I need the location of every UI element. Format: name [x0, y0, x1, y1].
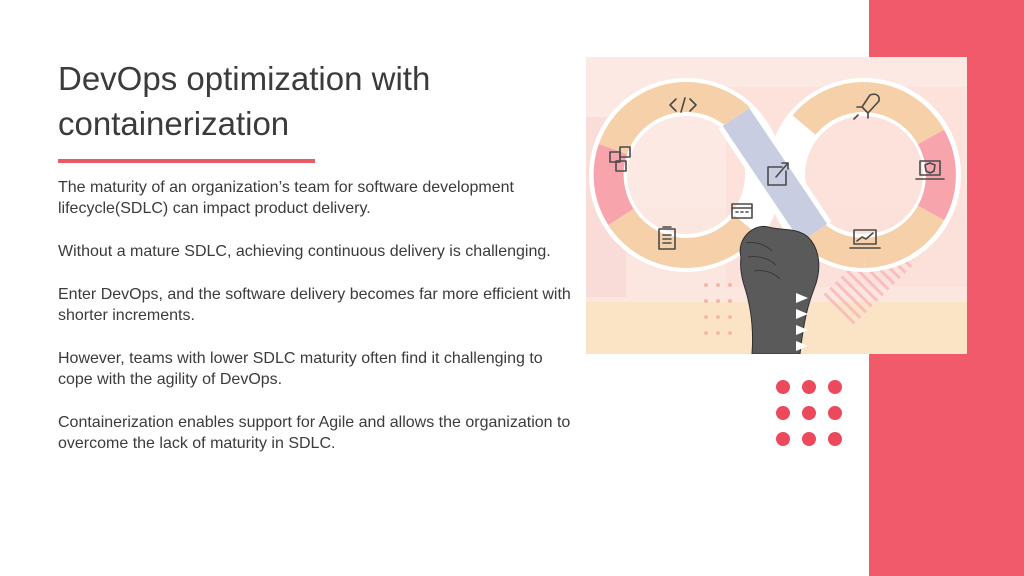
paragraph-4: However, teams with lower SDLC maturity …: [58, 350, 543, 388]
slide-title: DevOps optimization with containerizatio…: [58, 56, 558, 146]
dot: [802, 380, 816, 394]
dot: [776, 406, 790, 420]
dot: [776, 380, 790, 394]
dot: [802, 432, 816, 446]
dot: [828, 380, 842, 394]
paragraph-1: The maturity of an organization’s team f…: [58, 179, 514, 217]
dot: [776, 432, 790, 446]
title-line-2: containerization: [58, 105, 290, 142]
paragraph-2: Without a mature SDLC, achieving continu…: [58, 243, 551, 260]
paragraph-5: Containerization enables support for Agi…: [58, 414, 571, 452]
body-text: The maturity of an organization’s team f…: [58, 177, 573, 476]
paragraph-3: Enter DevOps, and the software delivery …: [58, 286, 571, 324]
decorative-dot-grid: [776, 380, 846, 450]
dot: [828, 406, 842, 420]
devops-infinity-illustration: [586, 57, 967, 354]
title-line-1: DevOps optimization with: [58, 60, 431, 97]
dot: [828, 432, 842, 446]
dot: [802, 406, 816, 420]
title-underline: [58, 159, 315, 163]
